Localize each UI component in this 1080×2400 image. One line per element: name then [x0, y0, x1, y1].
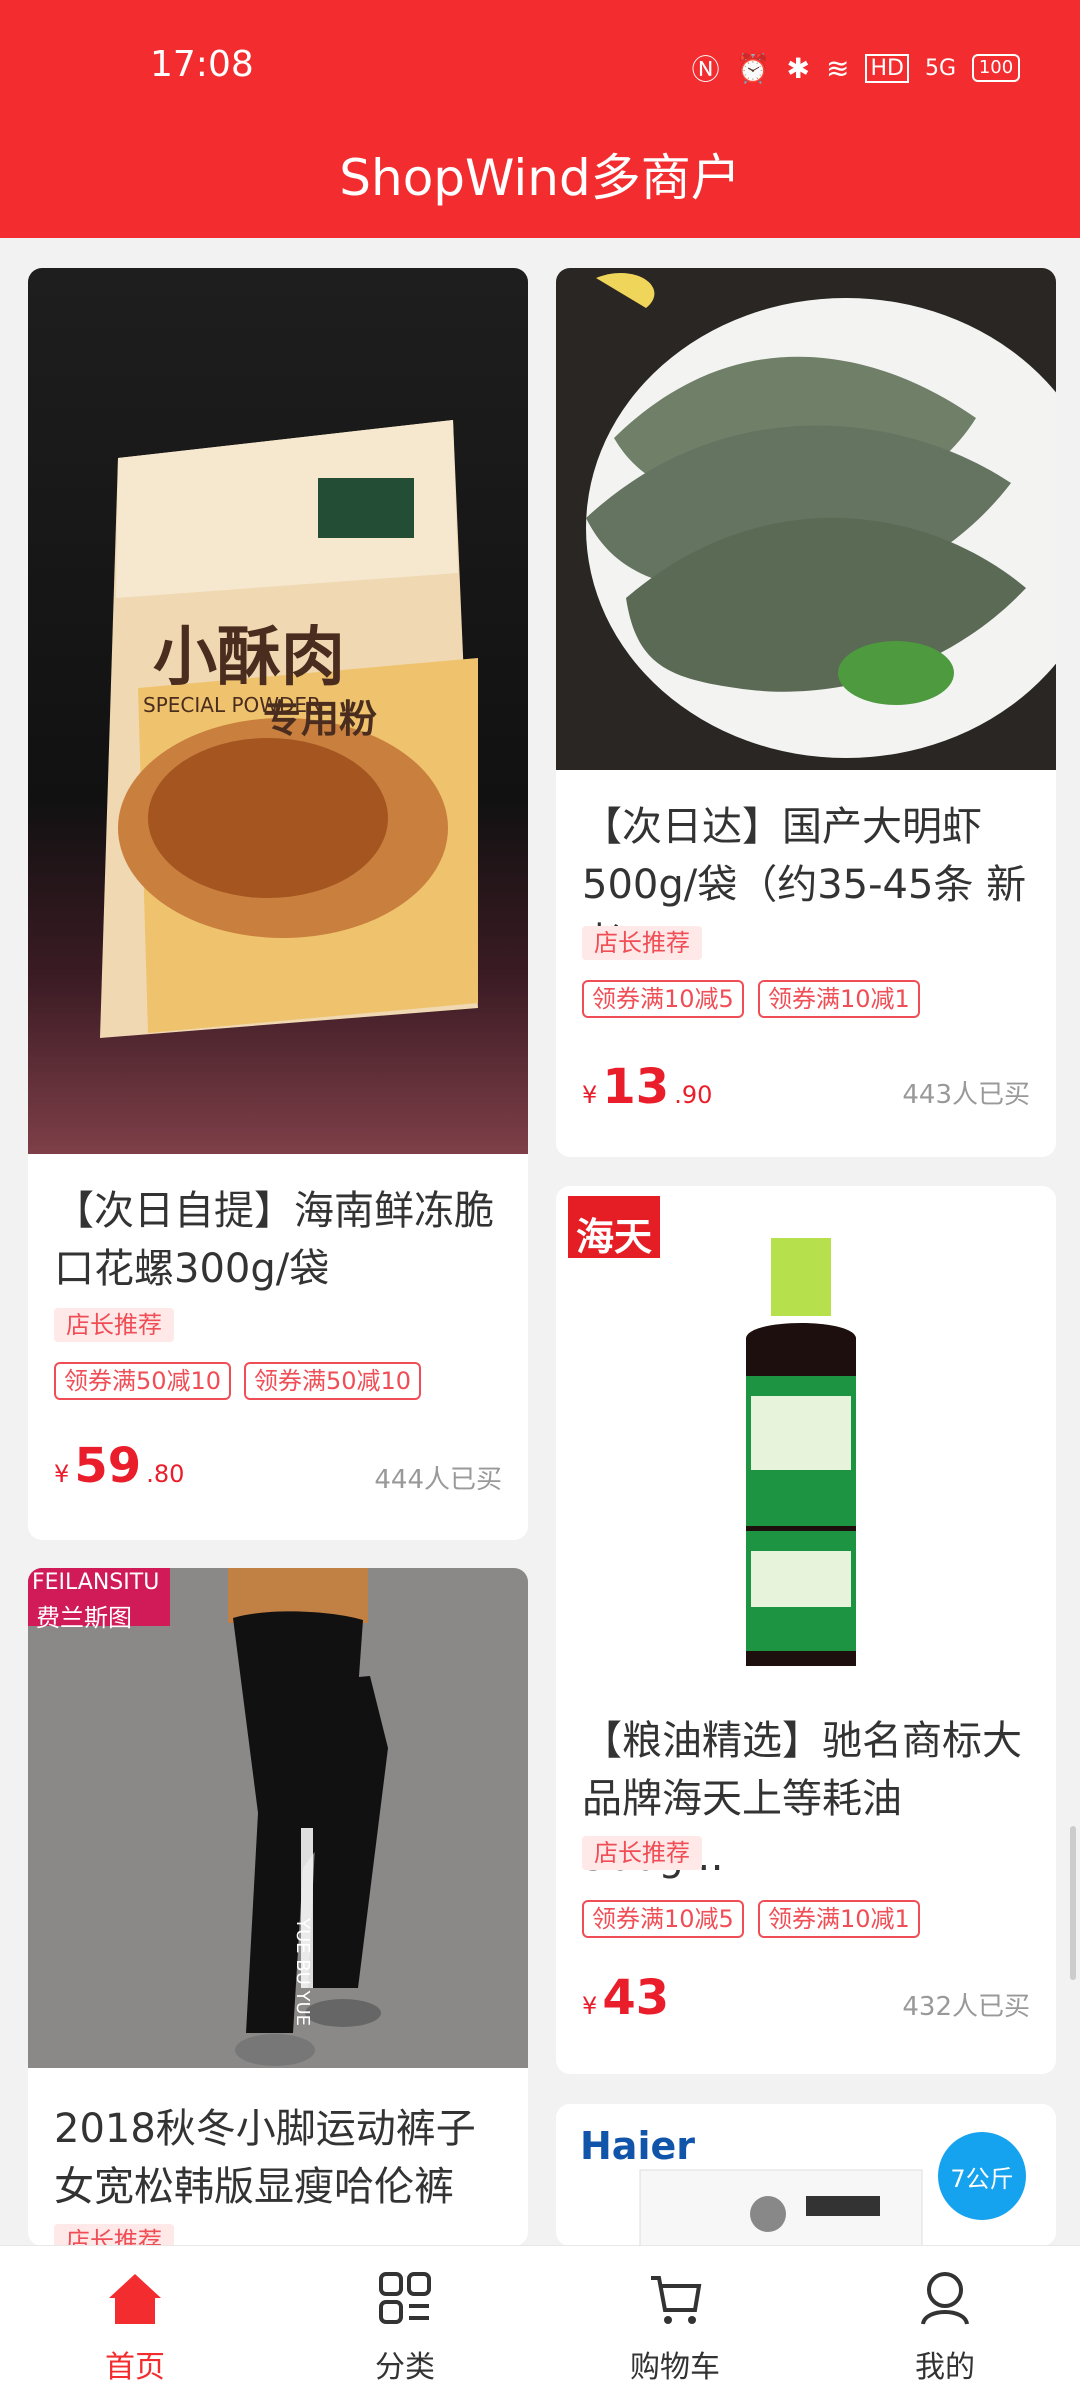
alarm-icon: ⏰ [735, 51, 771, 85]
bottom-navigation: 首页 分类 购物车 我的 [0, 2245, 1080, 2400]
sold-count: 443人已买 [902, 1080, 1030, 1110]
currency-symbol: ¥ [582, 1081, 598, 1109]
nav-home[interactable]: 首页 [0, 2246, 270, 2400]
nav-label: 首页 [105, 2350, 165, 2385]
store-recommend-tag: 店长推荐 [54, 2224, 174, 2246]
coupon-tag[interactable]: 领券满10减5 [582, 1900, 744, 1938]
category-icon [379, 2272, 431, 2324]
price-decimal: .80 [146, 1460, 185, 1488]
nav-label: 购物车 [630, 2350, 720, 2385]
bluetooth-icon: ✱ [786, 51, 810, 85]
signal-label: 5G [924, 55, 956, 81]
nav-cart[interactable]: 购物车 [540, 2246, 810, 2400]
product-title[interactable]: 【次日自提】海南鲜冻脆口花螺300g/袋 [54, 1182, 502, 1298]
coupon-tag[interactable]: 领券满50减10 [244, 1362, 422, 1400]
coupon-tag[interactable]: 领券满50减10 [54, 1362, 232, 1400]
price-decimal: .90 [674, 1081, 713, 1109]
coupon-tag[interactable]: 领券满10减1 [758, 1900, 920, 1938]
wifi-icon: ≋ [826, 51, 850, 85]
currency-symbol: ¥ [582, 1992, 598, 2020]
product-card[interactable]: 海天 【粮油精选】驰名商标大品牌海天上等耗油300g… 店长推荐 领券满10减5… [556, 1186, 1056, 2074]
user-icon [921, 2272, 969, 2325]
price-integer: 13 [602, 1059, 670, 1115]
price-integer: 43 [602, 1970, 670, 2026]
product-image[interactable] [556, 268, 1056, 770]
coupon-tag[interactable]: 领券满10减1 [758, 980, 920, 1018]
sold-count: 432人已买 [902, 1992, 1030, 2022]
product-card[interactable]: FEILANSITU 费兰斯图 YUE BU YUE 2018秋冬小脚运动裤子女… [28, 1568, 528, 2246]
scrollbar[interactable] [1070, 1826, 1076, 1980]
battery-icon: 100 [972, 54, 1020, 82]
package-label: 专用粉 [263, 697, 378, 741]
brand-logo: Haier [580, 2124, 695, 2168]
home-icon [109, 2274, 161, 2324]
store-recommend-tag: 店长推荐 [582, 1836, 702, 1870]
product-image[interactable]: FEILANSITU 费兰斯图 YUE BU YUE [28, 1568, 528, 2068]
currency-symbol: ¥ [54, 1460, 70, 1488]
capacity-badge: 7公斤 [938, 2132, 1026, 2220]
store-recommend-tag: 店长推荐 [582, 926, 702, 960]
price: ¥ 43 [582, 1970, 669, 2026]
status-icons: Ⓝ ⏰ ✱ ≋ HD 5G 100 [692, 48, 1020, 88]
product-image-art [28, 1568, 388, 2066]
nav-category[interactable]: 分类 [270, 2246, 540, 2400]
brand-label: FEILANSITU [32, 1570, 160, 1595]
hd-badge: HD [865, 53, 909, 83]
status-time: 17:08 [150, 44, 254, 85]
nfc-icon: Ⓝ [691, 53, 720, 86]
store-recommend-tag: 店长推荐 [54, 1308, 174, 1342]
price: ¥ 59 .80 [54, 1438, 184, 1494]
pants-text: YUE BU YUE [292, 1918, 313, 2027]
header: 17:08 Ⓝ ⏰ ✱ ≋ HD 5G 100 ShopWind多商户 [0, 0, 1080, 238]
brand-label-cn: 费兰斯图 [36, 1604, 132, 1632]
cart-icon [651, 2276, 702, 2324]
nav-label: 分类 [375, 2350, 435, 2385]
package-title: 小酥肉 [153, 621, 345, 695]
product-image[interactable]: 海天 [556, 1186, 1056, 1683]
product-image[interactable]: 小酥肉 SPECIAL POWDER 专用粉 [28, 268, 528, 1154]
page-title: ShopWind多商户 [339, 149, 741, 207]
price: ¥ 13 .90 [582, 1059, 712, 1115]
nav-profile[interactable]: 我的 [810, 2246, 1080, 2400]
price-integer: 59 [74, 1438, 142, 1494]
sold-count: 444人已买 [374, 1465, 502, 1495]
product-card[interactable]: 【次日达】国产大明虾500g/袋（约35-45条 新老… 店长推荐 领券满10减… [556, 268, 1056, 1157]
product-image-art [586, 273, 1056, 758]
coupon-tag[interactable]: 领券满10减5 [582, 980, 744, 1018]
nav-label: 我的 [915, 2350, 975, 2385]
product-card[interactable]: 小酥肉 SPECIAL POWDER 专用粉 【次日自提】海南鲜冻脆口花螺300… [28, 268, 528, 1540]
brand-label: 海天 [576, 1215, 653, 1259]
